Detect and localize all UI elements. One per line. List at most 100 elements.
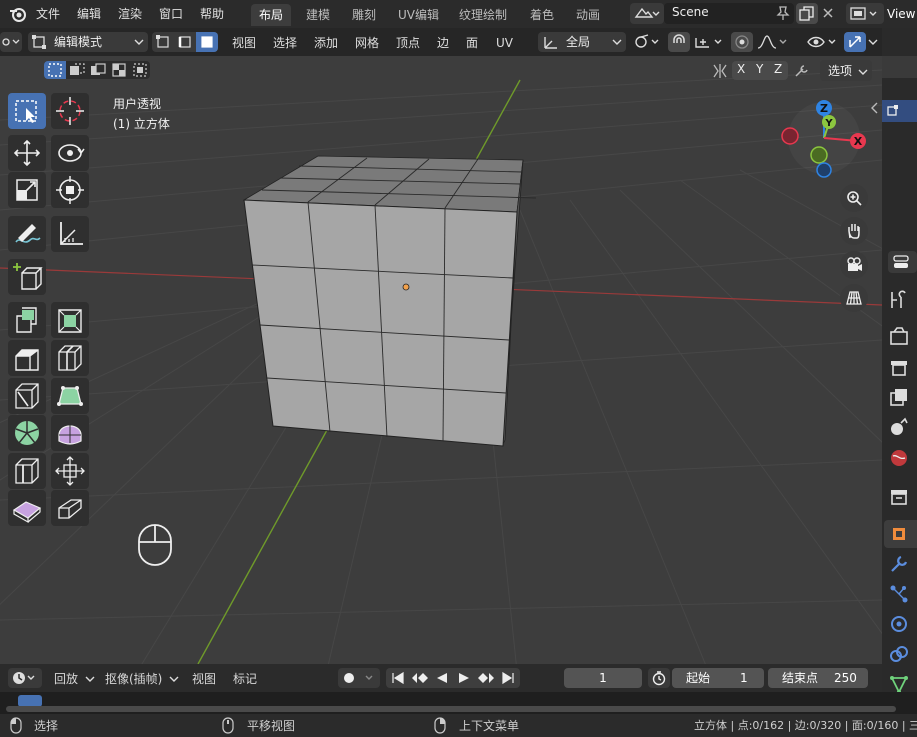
sidebar-toggle-icon[interactable]	[870, 102, 880, 114]
tool-shear[interactable]	[8, 490, 46, 526]
tab-modeling[interactable]: 建模	[298, 4, 338, 26]
tool-rip-region[interactable]	[51, 490, 89, 526]
chevron-down-icon[interactable]	[868, 38, 878, 46]
pin-icon[interactable]	[775, 5, 791, 21]
zoom-button[interactable]	[840, 184, 868, 212]
header-menu-face[interactable]: 面	[466, 34, 478, 52]
auto-keying-button[interactable]	[338, 668, 380, 688]
render-icon[interactable]	[887, 324, 911, 348]
editor-type-button[interactable]	[0, 32, 22, 52]
tool-shrink-fatten[interactable]	[51, 453, 89, 489]
tool-inset[interactable]	[51, 302, 89, 338]
outliner-row-selected[interactable]	[882, 100, 917, 122]
timeline-view-menu[interactable]: 视图	[192, 670, 216, 687]
options-dropdown[interactable]: 选项	[820, 60, 872, 81]
tool-settings-icon[interactable]	[887, 288, 911, 312]
vertex-select-button[interactable]	[152, 32, 174, 52]
menu-file[interactable]: 文件	[36, 5, 60, 23]
tool-annotate[interactable]	[8, 216, 46, 252]
jump-end-icon[interactable]	[500, 671, 516, 685]
keying-dropdown[interactable]: 抠像(插帧)	[99, 668, 183, 688]
tool-smooth[interactable]	[51, 415, 89, 451]
select-extend-button[interactable]	[66, 61, 87, 79]
select-subtract-button[interactable]	[87, 61, 108, 79]
close-icon[interactable]	[821, 6, 835, 20]
jump-start-icon[interactable]	[390, 671, 406, 685]
header-menu-uv[interactable]: UV	[496, 34, 513, 52]
edge-select-button[interactable]	[174, 32, 196, 52]
view-layer-label[interactable]: View	[887, 5, 915, 23]
header-menu-select[interactable]: 选择	[273, 34, 297, 52]
perspective-toggle-button[interactable]	[840, 284, 868, 312]
world-icon[interactable]	[887, 446, 911, 470]
mirror-y-toggle[interactable]: Y	[756, 62, 763, 76]
mode-dropdown[interactable]: 编辑模式	[28, 32, 148, 52]
next-keyframe-icon[interactable]	[476, 671, 496, 685]
constraints-icon[interactable]	[887, 642, 911, 666]
tool-extrude[interactable]	[8, 302, 46, 338]
view-layer-icon[interactable]	[887, 385, 911, 409]
preview-range-button[interactable]	[648, 668, 670, 688]
snap-target-icon[interactable]	[693, 33, 727, 51]
collection-icon[interactable]	[887, 484, 911, 508]
face-select-button[interactable]	[196, 32, 218, 52]
current-frame-field[interactable]: 1	[564, 668, 642, 688]
scene-properties-icon[interactable]	[887, 415, 911, 439]
scene-selector-button[interactable]	[630, 3, 664, 24]
pan-button[interactable]	[840, 217, 868, 245]
tab-shading[interactable]: 着色	[522, 4, 562, 26]
tool-poly-build[interactable]	[51, 378, 89, 414]
select-invert-button[interactable]	[108, 61, 129, 79]
tab-uv-editing[interactable]: UV编辑	[390, 4, 447, 26]
snap-toggle[interactable]	[668, 32, 690, 52]
output-icon[interactable]	[887, 355, 911, 379]
mirror-z-toggle[interactable]: Z	[774, 62, 782, 76]
tab-sculpting[interactable]: 雕刻	[344, 4, 384, 26]
tab-texture-paint[interactable]: 纹理绘制	[451, 4, 515, 26]
timeline-scrollbar[interactable]	[6, 706, 896, 712]
visibility-eye-icon[interactable]	[806, 33, 840, 51]
end-frame-field[interactable]: 结束点 250	[768, 668, 868, 688]
play-icon[interactable]	[456, 671, 472, 685]
tool-cursor[interactable]	[51, 93, 89, 129]
view-layer-selector[interactable]	[846, 3, 884, 24]
tab-layout[interactable]: 布局	[251, 4, 292, 26]
object-tab[interactable]	[884, 520, 917, 548]
header-menu-add[interactable]: 添加	[314, 34, 338, 52]
blender-logo-icon[interactable]	[8, 5, 28, 23]
header-menu-vertex[interactable]: 顶点	[396, 34, 420, 52]
proportional-edit-toggle[interactable]	[731, 32, 753, 52]
falloff-curve-icon[interactable]	[756, 33, 790, 51]
navigation-gizmo[interactable]: Z Y X	[778, 98, 868, 182]
physics-icon[interactable]	[887, 612, 911, 636]
timeline-scrubber[interactable]	[0, 692, 917, 714]
tool-loop-cut[interactable]	[51, 340, 89, 376]
gizmo-toggle[interactable]	[844, 32, 866, 52]
properties-editor-type[interactable]	[888, 251, 917, 273]
new-scene-button[interactable]	[796, 3, 818, 24]
mirror-x-toggle[interactable]: X	[737, 62, 745, 76]
prev-keyframe-icon[interactable]	[410, 671, 430, 685]
transform-orientation-dropdown[interactable]: 全局	[538, 32, 626, 52]
select-new-button[interactable]	[44, 61, 66, 79]
start-frame-field[interactable]: 起始 1	[672, 668, 764, 688]
tool-bevel[interactable]	[8, 340, 46, 376]
tool-measure[interactable]	[51, 216, 89, 252]
header-menu-edge[interactable]: 边	[437, 34, 449, 52]
tool-spin[interactable]	[8, 415, 46, 451]
modifier-wrench-icon[interactable]	[887, 552, 911, 576]
timeline-marker-menu[interactable]: 标记	[233, 670, 257, 687]
play-reverse-icon[interactable]	[434, 671, 450, 685]
menu-help[interactable]: 帮助	[200, 5, 224, 23]
tool-add-cube[interactable]	[8, 259, 46, 295]
header-menu-mesh[interactable]: 网格	[355, 34, 379, 52]
menu-edit[interactable]: 编辑	[77, 5, 101, 23]
camera-view-button[interactable]	[840, 251, 868, 279]
tool-transform[interactable]	[51, 172, 89, 208]
3d-viewport[interactable]: 用户透视 (1) 立方体 Z Y X	[0, 56, 882, 664]
select-intersect-button[interactable]	[129, 61, 150, 79]
timeline-editor-type-button[interactable]	[8, 668, 42, 688]
tab-animation[interactable]: 动画	[568, 4, 608, 26]
tool-select-box[interactable]	[8, 93, 46, 129]
menu-window[interactable]: 窗口	[159, 5, 183, 23]
